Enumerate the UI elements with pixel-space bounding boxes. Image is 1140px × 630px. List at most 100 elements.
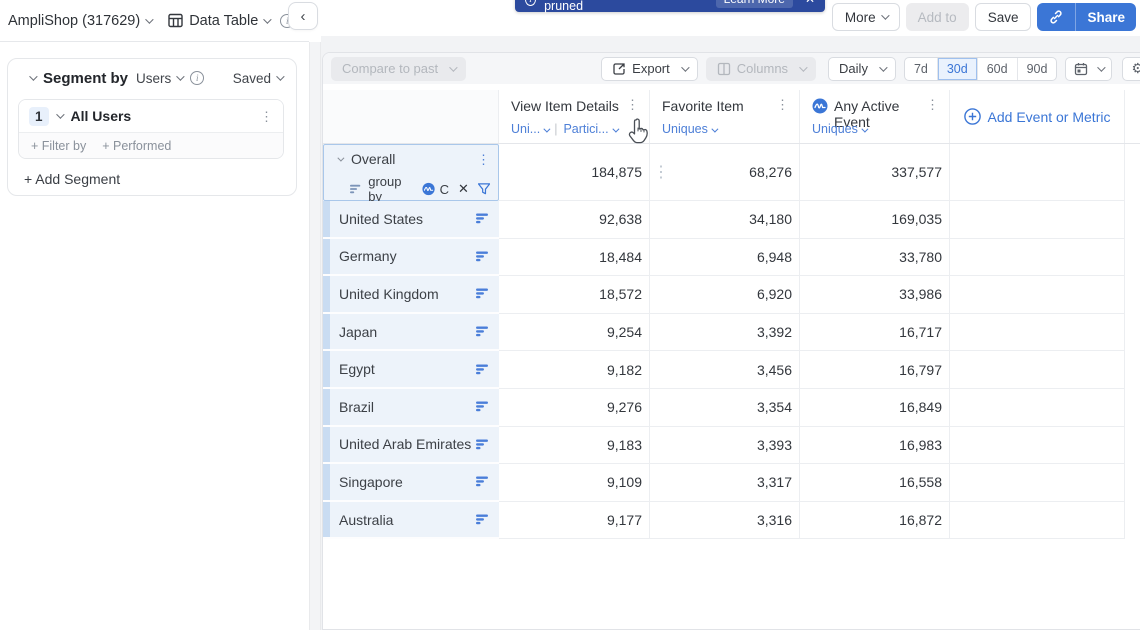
range-60d[interactable]: 60d [978, 58, 1018, 80]
column-kebab-icon[interactable]: ⋮ [926, 98, 939, 111]
empty-cell [1125, 427, 1140, 465]
add-performed-button[interactable]: + Performed [102, 139, 171, 153]
segment-kebab-icon[interactable]: ⋮ [260, 110, 273, 123]
remove-group-by-icon[interactable]: ✕ [458, 181, 469, 197]
save-button[interactable]: Save [975, 3, 1032, 31]
alert-text: The results of this query are pruned [544, 0, 707, 13]
empty-cell [950, 502, 1125, 540]
info-icon[interactable]: i [190, 71, 204, 85]
range-90d[interactable]: 90d [1018, 58, 1057, 80]
empty-cell [1125, 464, 1140, 502]
measure-dropdown[interactable]: Uniques [662, 122, 716, 136]
active-event-icon [422, 182, 435, 196]
collapse-panel-button[interactable]: ‹ [288, 2, 318, 30]
link-icon [1048, 9, 1064, 25]
measure-dropdown[interactable]: Uni... [511, 122, 548, 136]
country-name: United States [339, 211, 423, 227]
empty-cell [950, 276, 1125, 314]
value-cell: 9,254 [499, 314, 650, 352]
value-cell: 9,177 [499, 502, 650, 540]
empty-cell [1125, 351, 1140, 389]
settings-button[interactable]: ⚙ [1122, 57, 1140, 81]
range-7d[interactable]: 7d [905, 58, 938, 80]
value-cell: 16,983 [800, 427, 950, 465]
empty-cell [1125, 239, 1140, 277]
plus-circle-icon [964, 108, 981, 125]
overall-row: Overall ⋮ group by C ✕ 184,875 ⋮ 68,276 … [323, 144, 1140, 201]
alert-close-icon[interactable]: ✕ [805, 0, 815, 6]
breakdown-bars-icon [476, 288, 489, 299]
columns-icon [717, 62, 731, 76]
expand-icon[interactable] [337, 154, 344, 161]
users-dropdown[interactable]: Users [136, 71, 182, 86]
chevron-down-icon [1098, 63, 1106, 71]
range-30d[interactable]: 30d [938, 58, 978, 80]
segment-value-cell[interactable]: Germany [323, 239, 499, 277]
column-kebab-icon[interactable]: ⋮ [626, 98, 639, 111]
column-kebab-icon[interactable]: ⋮ [776, 98, 789, 111]
learn-more-button[interactable]: Learn More [716, 0, 793, 8]
measure-dropdown[interactable]: Uniques [812, 122, 866, 136]
segment-index-badge[interactable]: 1 [29, 107, 49, 126]
chevron-down-icon [276, 72, 284, 80]
empty-cell [1125, 502, 1140, 540]
cell-kebab-icon[interactable]: ⋮ [650, 162, 669, 182]
copy-link-button[interactable] [1037, 3, 1075, 31]
table-row: United States 92,638 34,180 169,035 [323, 201, 1140, 239]
value-cell: 3,354 [650, 389, 800, 427]
segment-value-cell[interactable]: United States [323, 201, 499, 239]
column-header-favorite-item[interactable]: Favorite Item⋮ Uniques [650, 90, 800, 143]
group-by-label: group by [368, 174, 415, 204]
collapse-section-icon[interactable] [29, 72, 37, 80]
country-name: Germany [339, 248, 397, 264]
segment-value-cell[interactable]: United Arab Emirates [323, 427, 499, 465]
column-header-add-event[interactable]: Add Event or Metric [950, 90, 1125, 143]
segment-value-cell[interactable]: Egypt [323, 351, 499, 389]
chevron-down-icon[interactable] [56, 110, 64, 118]
segment-value-cell[interactable]: Brazil [323, 389, 499, 427]
empty-cell [1125, 314, 1140, 352]
column-header-any-active-event[interactable]: Any Active Event⋮ Uniques [800, 90, 950, 143]
project-switcher[interactable]: AmpliShop (317629) [8, 13, 151, 29]
overall-value-cell: 337,577 [800, 144, 950, 201]
more-button[interactable]: More [832, 3, 900, 31]
value-cell: 169,035 [800, 201, 950, 239]
share-button[interactable]: Share [1076, 3, 1136, 31]
interval-dropdown[interactable]: Daily [828, 57, 896, 81]
value-cell: 16,717 [800, 314, 950, 352]
calendar-button[interactable] [1065, 57, 1112, 81]
query-pruned-alert: i The results of this query are pruned L… [515, 0, 825, 12]
view-switcher[interactable]: Data Table [168, 13, 269, 29]
compare-to-past-button[interactable]: Compare to past [331, 57, 466, 81]
group-by-icon [350, 184, 361, 194]
breakdown-bars-icon [476, 251, 489, 262]
overall-cell[interactable]: Overall ⋮ group by C ✕ [323, 144, 499, 201]
export-button[interactable]: Export [601, 57, 698, 81]
export-icon [612, 62, 626, 76]
alert-info-icon: i [525, 0, 536, 6]
breakdown-bars-icon [476, 439, 489, 450]
group-by-value[interactable]: C [440, 182, 449, 197]
data-table-card: Compare to past Export Columns Daily 7d … [322, 52, 1140, 630]
add-segment-button[interactable]: + Add Segment [24, 171, 296, 187]
saved-dropdown[interactable]: Saved [233, 71, 282, 86]
overall-kebab-icon[interactable]: ⋮ [477, 153, 490, 166]
table-row: Singapore 9,109 3,317 16,558 [323, 464, 1140, 502]
filter-icon[interactable] [478, 183, 490, 195]
segment-value-cell[interactable]: Australia [323, 502, 499, 540]
empty-cell [1125, 201, 1140, 239]
chevron-down-icon [449, 63, 457, 71]
segment-value-cell[interactable]: United Kingdom [323, 276, 499, 314]
empty-cell [950, 464, 1125, 502]
segment-value-cell[interactable]: Singapore [323, 464, 499, 502]
segment-name[interactable]: All Users [71, 108, 132, 124]
value-cell: 16,849 [800, 389, 950, 427]
columns-button[interactable]: Columns [706, 57, 816, 81]
add-to-button[interactable]: Add to [906, 3, 969, 31]
empty-cell [950, 239, 1125, 277]
add-filter-button[interactable]: + Filter by [31, 139, 86, 153]
segment-value-cell[interactable]: Japan [323, 314, 499, 352]
measure-dropdown[interactable]: Partici... [563, 122, 616, 136]
empty-cell [1125, 144, 1140, 201]
column-header-view-item-details[interactable]: View Item Details⋮ Uni... | Partici... [499, 90, 650, 143]
